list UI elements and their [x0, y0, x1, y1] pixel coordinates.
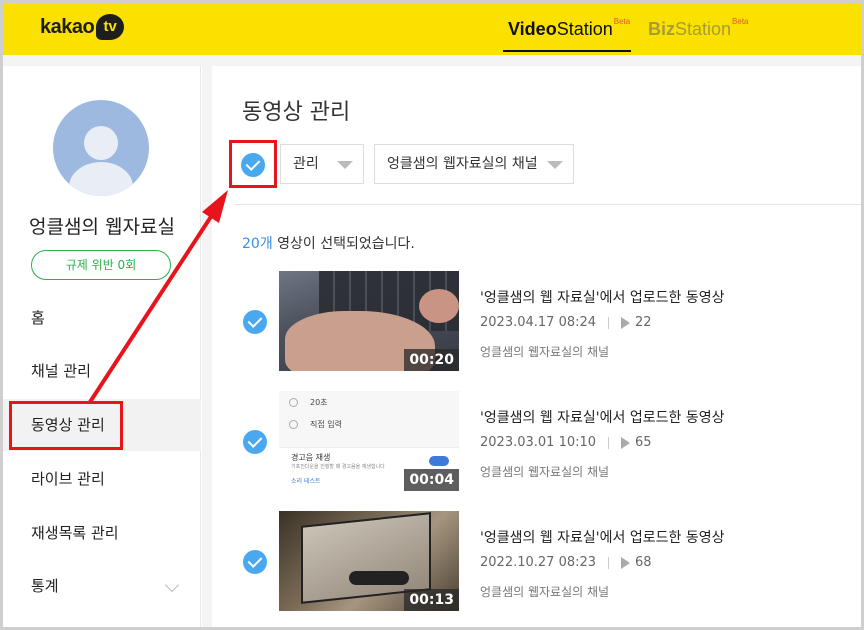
highlight-box-video-menu [9, 401, 123, 450]
separator [608, 556, 610, 569]
video-station-thin: Station [556, 19, 613, 39]
selected-suffix: 영상이 선택되었습니다. [272, 236, 415, 252]
video-checkbox[interactable] [243, 550, 267, 574]
beta-badge: Beta [732, 17, 749, 26]
play-icon [621, 436, 631, 449]
thumb-option-row: 직접 입력 [289, 419, 342, 430]
selected-count: 20개 [242, 236, 273, 252]
toggle-icon [429, 456, 449, 466]
video-channel: 엉클샘의 웹자료실의 채널 [480, 585, 610, 599]
active-tab-underline [503, 50, 631, 52]
logo-badge: tv [96, 14, 125, 40]
sidebar-item-stats[interactable]: 통계 [3, 560, 201, 612]
video-thumbnail[interactable]: 20초 직접 입력 경고음 재생 기포진다운을 진행할 때 경고음을 재생합니다… [279, 391, 459, 491]
video-title[interactable]: '엉클샘의 웹 자료실'에서 업로드한 동영상 [480, 407, 724, 427]
video-duration: 00:20 [404, 349, 459, 371]
biz-station-thin: Station [675, 19, 732, 39]
video-date: 2023.03.01 10:10 [480, 435, 597, 450]
divider [234, 204, 861, 205]
separator [608, 316, 610, 329]
video-checkbox[interactable] [243, 430, 267, 454]
channel-dropdown-label: 엉클샘의 웹자료실의 채널 [387, 156, 538, 172]
video-title[interactable]: '엉클샘의 웹 자료실'에서 업로드한 동영상 [480, 527, 724, 547]
layout-gap [3, 55, 861, 66]
video-meta: 2022.10.27 08:23 68 [480, 555, 652, 570]
channel-name: 엉클샘의 웹자료실 [29, 216, 175, 238]
video-row[interactable]: 00:20 '엉클샘의 웹 자료실'에서 업로드한 동영상 2023.04.17… [212, 271, 861, 371]
video-date: 2023.04.17 08:24 [480, 315, 597, 330]
avatar[interactable] [53, 100, 149, 196]
sidebar: 엉클샘의 웹자료실 규제 위반 0회 홈 채널 관리 동영상 관리 라이브 관리… [3, 66, 201, 627]
sidebar-item-live[interactable]: 라이브 관리 [3, 453, 201, 505]
manage-dropdown[interactable]: 관리 [280, 144, 364, 184]
sidebar-item-channel[interactable]: 채널 관리 [3, 345, 201, 397]
page-title: 동영상 관리 [242, 100, 351, 125]
video-views: 22 [635, 315, 652, 330]
separator [608, 436, 610, 449]
sidebar-item-label: 통계 [31, 577, 59, 595]
thumb-text: 20초 [310, 398, 328, 407]
camera-bar-shape [349, 571, 409, 585]
play-icon [621, 316, 631, 329]
thumb-text: 소리 테스트 [291, 478, 321, 485]
thumb-text: 직접 입력 [310, 420, 342, 429]
avatar-body-shape [69, 162, 133, 196]
video-station-bold: Video [508, 19, 557, 39]
hand-shape [419, 289, 459, 323]
tab-biz-station[interactable]: BizStationBeta [648, 17, 749, 40]
caret-down-icon [547, 161, 563, 169]
highlight-box-select-all [229, 140, 277, 188]
video-thumbnail[interactable]: 00:20 [279, 271, 459, 371]
video-meta: 2023.04.17 08:24 22 [480, 315, 652, 330]
main-content: 동영상 관리 관리 엉클샘의 웹자료실의 채널 20개 영상이 선택되었습니다.… [212, 66, 861, 627]
chevron-down-icon [164, 577, 180, 593]
top-header: kakao tv VideoStationBeta BizStationBeta [3, 3, 861, 55]
layout-gap [202, 55, 212, 627]
manage-dropdown-label: 관리 [293, 156, 319, 172]
biz-station-bold: Biz [648, 19, 675, 39]
channel-filter-dropdown[interactable]: 엉클샘의 웹자료실의 채널 [374, 144, 574, 184]
video-duration: 00:13 [404, 589, 459, 611]
video-row[interactable]: 20초 직접 입력 경고음 재생 기포진다운을 진행할 때 경고음을 재생합니다… [212, 391, 861, 491]
video-checkbox[interactable] [243, 310, 267, 334]
video-duration: 00:04 [404, 469, 459, 491]
thumb-text: 경고음 재생 [291, 453, 331, 462]
play-icon [621, 556, 631, 569]
beta-badge: Beta [613, 17, 631, 26]
thumb-option-row: 20초 [289, 397, 328, 408]
selection-status: 20개 영상이 선택되었습니다. [242, 233, 415, 253]
video-row[interactable]: 00:13 '엉클샘의 웹 자료실'에서 업로드한 동영상 2022.10.27… [212, 511, 861, 611]
video-views: 65 [635, 435, 652, 450]
avatar-head-shape [84, 126, 118, 160]
thumb-text: 기포진다운을 진행할 때 경고음을 재생합니다 [291, 464, 385, 470]
video-title[interactable]: '엉클샘의 웹 자료실'에서 업로드한 동영상 [480, 287, 724, 307]
video-channel: 엉클샘의 웹자료실의 채널 [480, 465, 610, 479]
video-date: 2022.10.27 08:23 [480, 555, 597, 570]
radio-icon [289, 420, 298, 429]
tab-video-station[interactable]: VideoStationBeta [508, 17, 631, 40]
caret-down-icon [337, 161, 353, 169]
video-thumbnail[interactable]: 00:13 [279, 511, 459, 611]
radio-icon [289, 398, 298, 407]
video-meta: 2023.03.01 10:10 65 [480, 435, 652, 450]
sidebar-item-playlist[interactable]: 재생목록 관리 [3, 507, 201, 559]
video-channel: 엉클샘의 웹자료실의 채널 [480, 345, 610, 359]
logo-text: kakao [40, 15, 95, 38]
kakao-tv-logo[interactable]: kakao tv [40, 14, 125, 40]
video-views: 68 [635, 555, 652, 570]
sidebar-item-home[interactable]: 홈 [3, 292, 201, 344]
violation-badge[interactable]: 규제 위반 0회 [31, 250, 171, 280]
